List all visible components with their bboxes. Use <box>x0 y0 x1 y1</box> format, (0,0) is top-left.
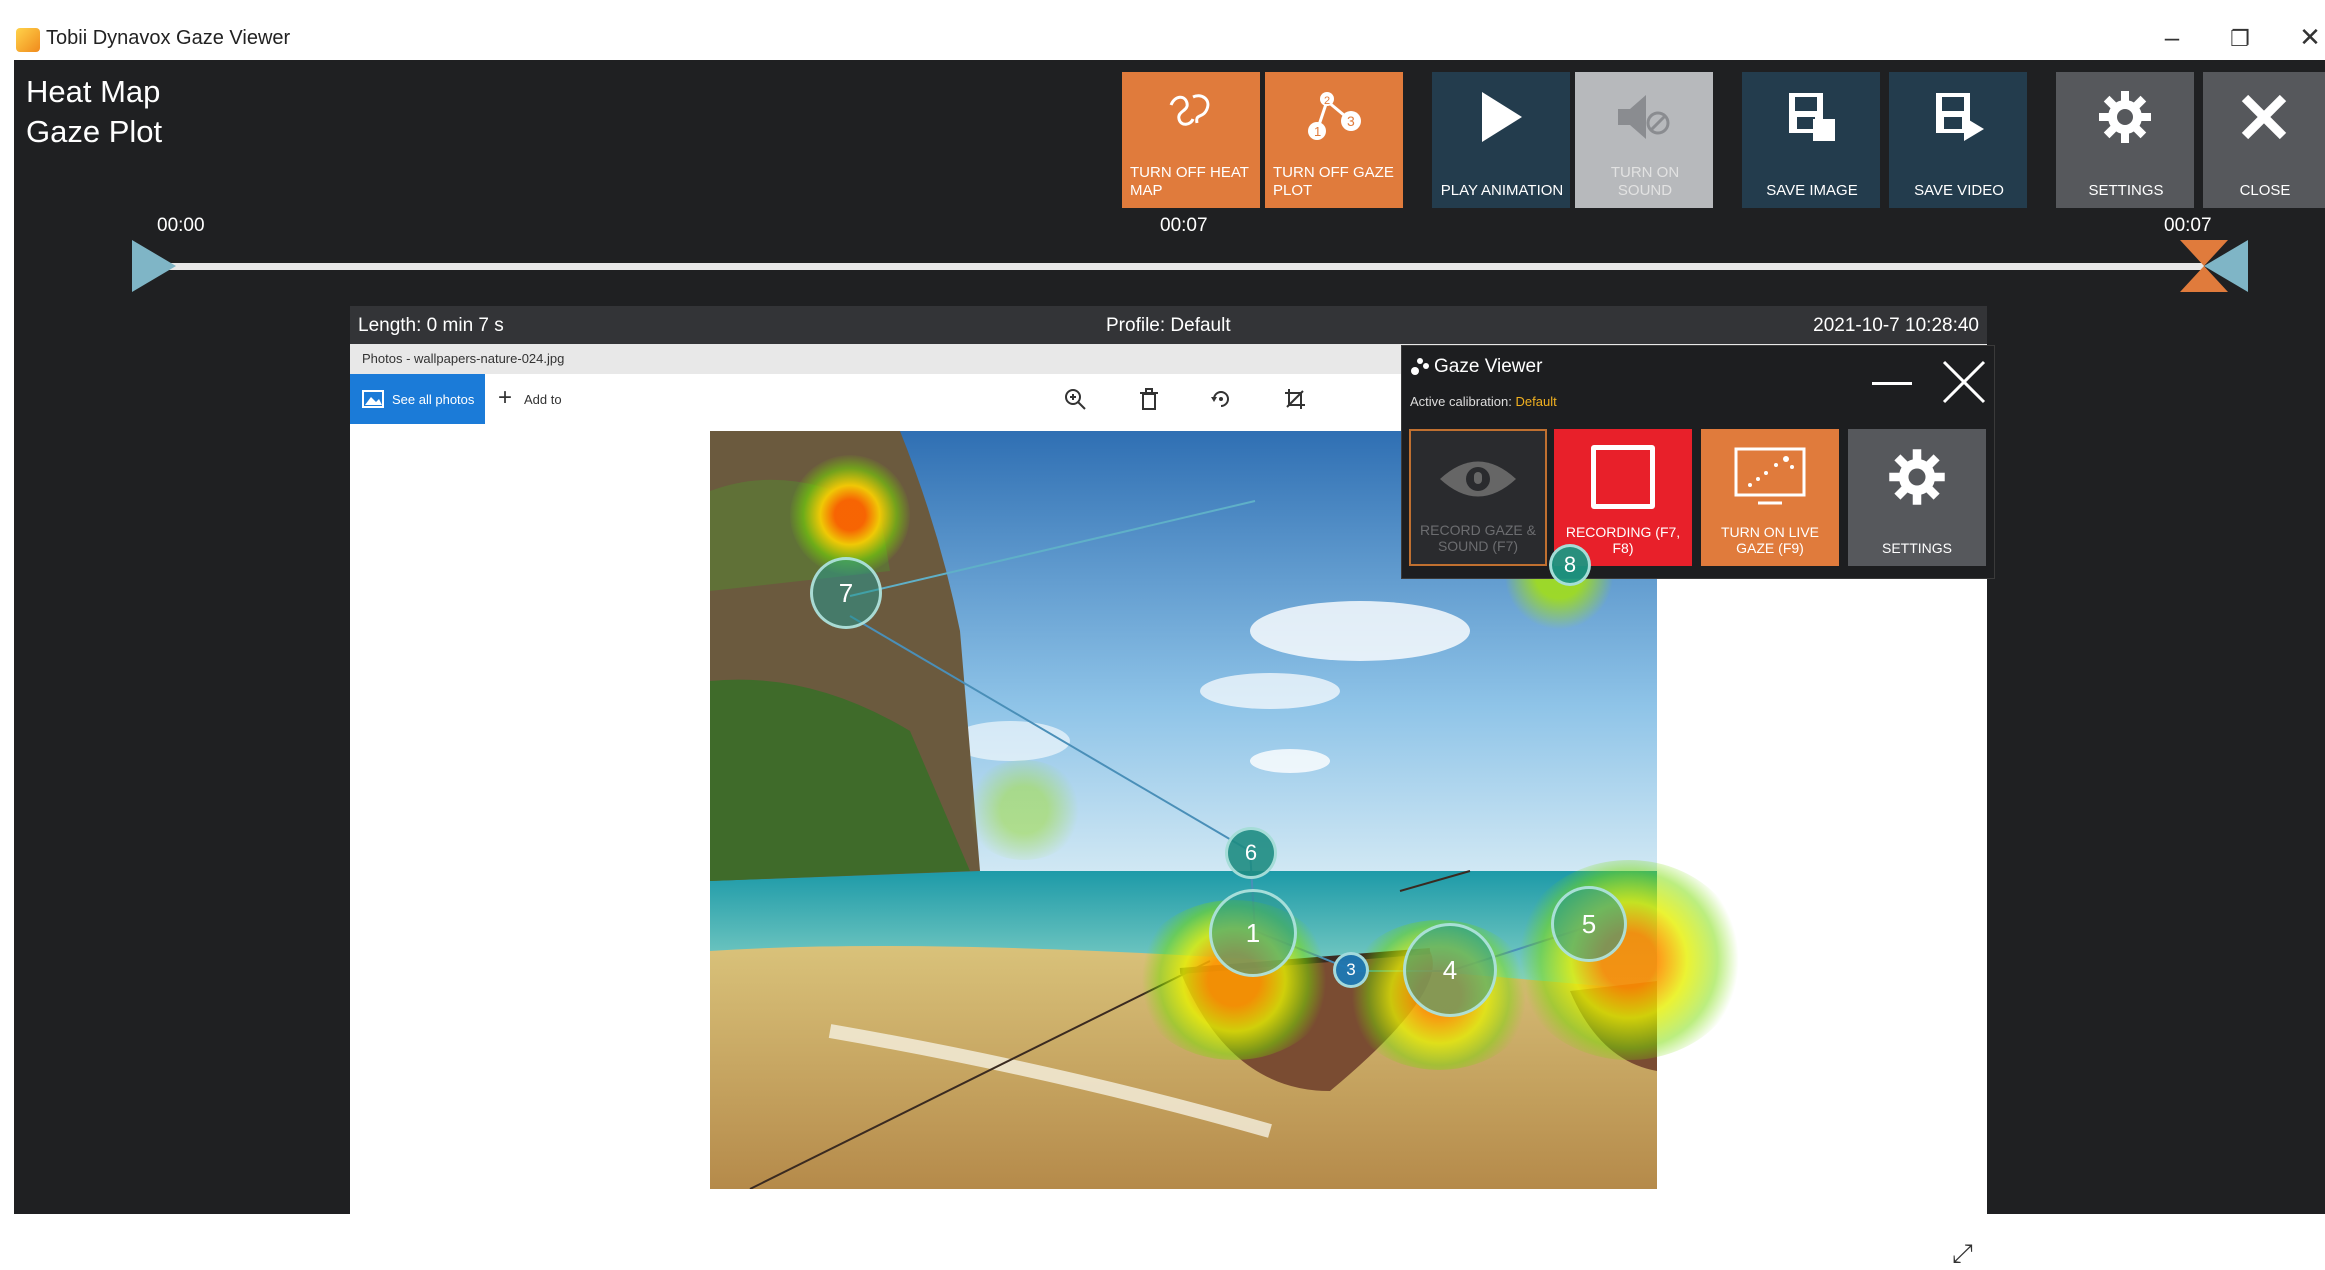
fixation-marker: 5 <box>1551 886 1627 962</box>
gaze-viewer-title: Gaze Viewer <box>1434 356 1543 377</box>
close-button[interactable]: CLOSE <box>2203 72 2325 208</box>
zoom-icon[interactable] <box>1064 388 1086 410</box>
live-gaze-icon <box>1701 439 1839 515</box>
see-all-photos-button[interactable]: See all photos <box>350 374 485 424</box>
window-title: Tobii Dynavox Gaze Viewer <box>46 27 291 49</box>
gaze-plot-icon: 1 2 3 <box>1265 82 1403 152</box>
crop-icon[interactable] <box>1284 388 1306 410</box>
restore-icon[interactable]: ❐ <box>2220 26 2260 52</box>
turn-off-heat-map-button[interactable]: TURN OFF HEAT MAP <box>1122 72 1260 208</box>
close-panel-icon[interactable] <box>1942 360 1986 404</box>
gaze-viewer-panel: Gaze Viewer Active calibration: Default … <box>1401 345 1995 579</box>
save-video-button[interactable]: SAVE VIDEO <box>1889 72 2027 208</box>
svg-text:2: 2 <box>1324 95 1330 107</box>
fixation-marker: 6 <box>1225 827 1277 879</box>
timeline-track[interactable] <box>164 263 2204 270</box>
title-bar: Tobii Dynavox Gaze Viewer – ❐ ✕ <box>0 0 2325 60</box>
svg-text:3: 3 <box>1347 113 1355 129</box>
main-panel: Heat Map Gaze Plot TURN OFF HEAT MAP 1 2 3… <box>14 60 2325 1268</box>
turn-off-gaze-plot-button[interactable]: 123 TURN OFF GAZE PLOT <box>1265 72 1403 208</box>
save-image-button[interactable]: SAVE IMAGE <box>1742 72 1880 208</box>
close-icon <box>2203 82 2325 152</box>
play-animation-button[interactable]: PLAY ANIMATION <box>1432 72 1570 208</box>
save-image-icon <box>1742 82 1880 152</box>
photos-title: Photos - wallpapers-nature-024.jpg <box>362 351 565 366</box>
eye-icon <box>1411 441 1545 517</box>
fixation-marker: 3 <box>1333 952 1369 988</box>
calibration-status: Active calibration: Default <box>1410 394 1557 409</box>
playhead-bottom-icon <box>2180 266 2228 292</box>
timeline-end-time: 00:07 <box>2164 215 2212 236</box>
play-icon <box>1432 82 1570 152</box>
playhead-icon[interactable] <box>2180 240 2228 266</box>
delete-icon[interactable] <box>1138 388 1160 410</box>
gaze-plot-label: Gaze Plot <box>26 114 163 149</box>
timeline-start-handle[interactable] <box>132 240 176 292</box>
recording-datetime: 2021-10-7 10:28:40 <box>1813 315 1979 336</box>
fixation-marker: 1 <box>1209 889 1297 977</box>
rotate-icon[interactable] <box>1210 388 1232 410</box>
minimize-panel-icon[interactable] <box>1872 382 1912 385</box>
photos-icon <box>362 390 384 408</box>
recording-profile: Profile: Default <box>1106 315 1231 336</box>
recording-info-bar: Length: 0 min 7 s Profile: Default 2021-… <box>350 306 1987 344</box>
gaze-viewer-logo-icon <box>1411 358 1429 375</box>
record-gaze-sound-button[interactable]: RECORD GAZE & SOUND (F7) <box>1409 429 1547 566</box>
settings-button[interactable]: SETTINGS <box>2056 72 2194 208</box>
turn-on-sound-button[interactable]: TURN ON SOUND <box>1575 72 1713 208</box>
gear-icon <box>2056 82 2194 152</box>
calibration-value: Default <box>1515 394 1557 409</box>
close-window-icon[interactable]: ✕ <box>2290 22 2325 53</box>
heat-map-icon <box>1122 82 1260 152</box>
app-logo-icon <box>16 28 40 52</box>
fixation-marker: 8 <box>1549 544 1591 586</box>
fixation-marker: 7 <box>810 557 882 629</box>
recording-length: Length: 0 min 7 s <box>358 315 504 336</box>
turn-on-live-gaze-button[interactable]: TURN ON LIVE GAZE (F9) <box>1701 429 1839 566</box>
gaze-viewer-settings-button[interactable]: SETTINGS <box>1848 429 1986 566</box>
view-labels: Heat Map Gaze Plot <box>26 72 162 152</box>
expand-icon[interactable]: ⤢ <box>1952 1238 1973 1270</box>
sound-off-icon <box>1575 82 1713 152</box>
plus-icon: + <box>498 384 513 411</box>
gear-icon <box>1848 439 1986 515</box>
stop-recording-icon <box>1554 439 1692 515</box>
svg-text:1: 1 <box>1314 124 1321 139</box>
heat-map-label: Heat Map <box>26 74 161 109</box>
save-video-icon <box>1889 82 2027 152</box>
minimize-icon[interactable]: – <box>2152 22 2192 53</box>
timeline-current-time: 00:07 <box>1160 215 1208 236</box>
timeline-start-time: 00:00 <box>157 215 205 236</box>
fixation-marker: 4 <box>1403 923 1497 1017</box>
